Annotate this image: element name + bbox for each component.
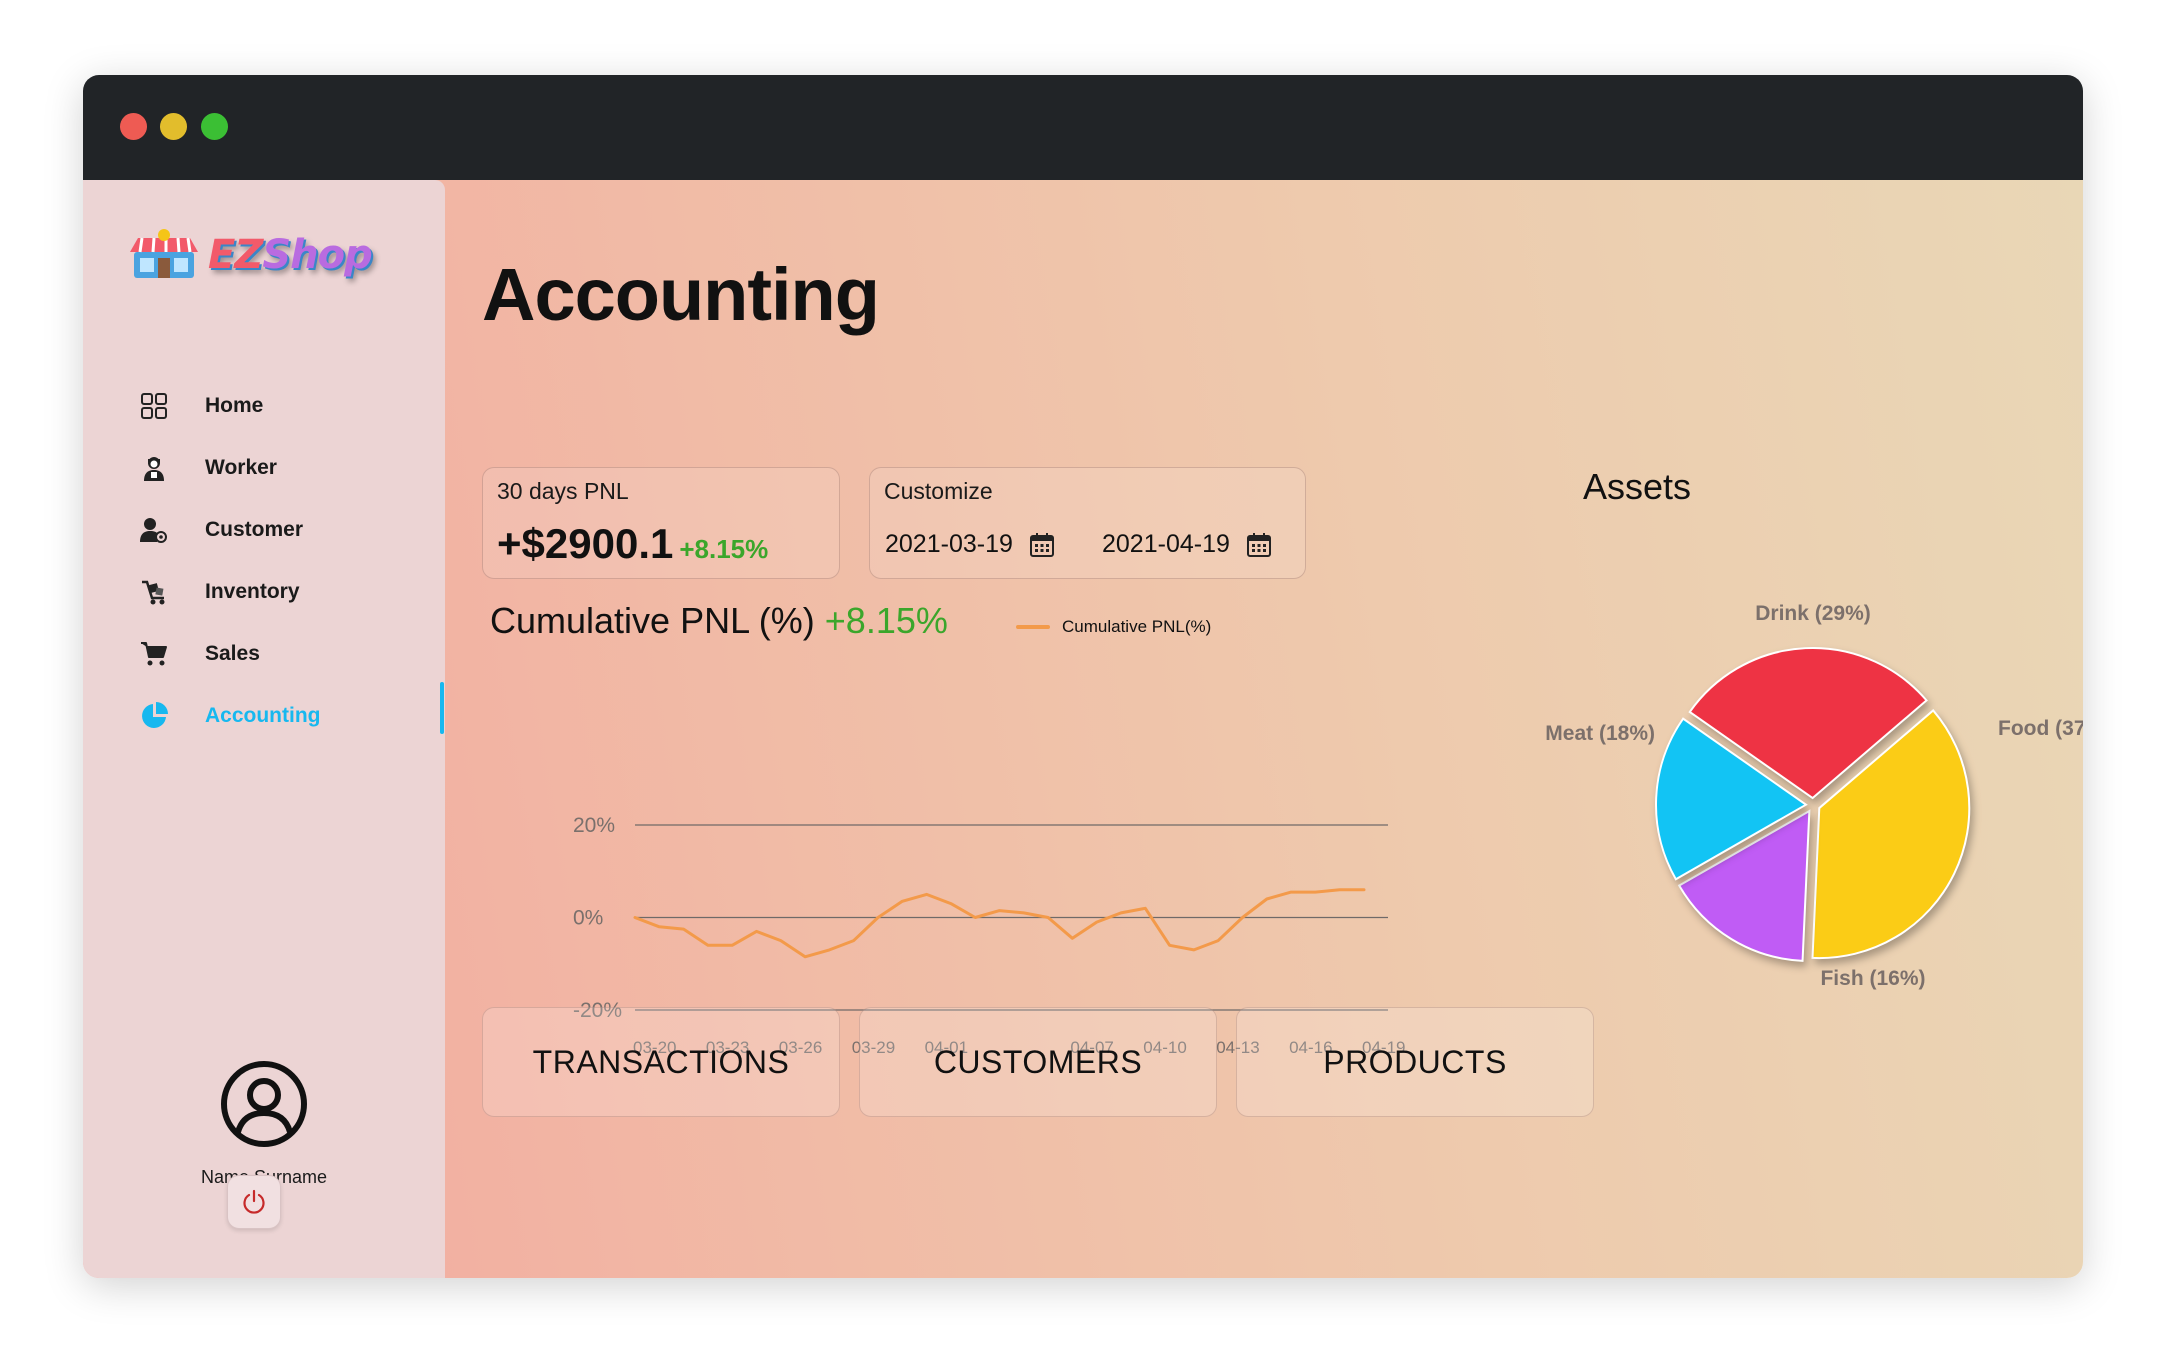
sidebar-item-label: Accounting xyxy=(205,704,321,727)
active-indicator xyxy=(440,682,444,734)
customize-card: Customize 2021-03-19 2021-04-19 xyxy=(869,467,1306,579)
pie-slice-label: Drink (29%) xyxy=(1755,602,1871,625)
transactions-button[interactable]: TRANSACTIONS xyxy=(482,1007,840,1117)
sidebar-item-sales[interactable]: Sales xyxy=(138,623,438,685)
customize-label: Customize xyxy=(884,478,993,504)
sidebar-item-customer[interactable]: Customer xyxy=(138,499,438,561)
user-profile: Name Surname xyxy=(83,1060,445,1188)
calendar-icon[interactable] xyxy=(1029,532,1055,558)
sidebar-item-inventory[interactable]: Inventory xyxy=(138,561,438,623)
title-bar xyxy=(83,75,2083,180)
sidebar-nav: Home Worker Customer Inventory Sales Acc… xyxy=(138,375,438,747)
minimize-window-button[interactable] xyxy=(160,113,187,140)
sidebar: EZShop Home Worker Customer Inventory Sa… xyxy=(83,180,445,1278)
legend-label: Cumulative PNL(%) xyxy=(1062,617,1212,636)
cumulative-pnl-title: Cumulative PNL (%) +8.15% xyxy=(490,600,948,641)
maximize-window-button[interactable] xyxy=(201,113,228,140)
legend-swatch xyxy=(1016,625,1050,629)
page-title: Accounting xyxy=(482,253,880,336)
close-window-button[interactable] xyxy=(120,113,147,140)
cart-icon xyxy=(138,638,170,670)
sidebar-item-accounting[interactable]: Accounting xyxy=(138,685,438,747)
sidebar-item-label: Home xyxy=(205,394,264,417)
cumulative-pnl-percent: +8.15% xyxy=(824,600,948,641)
sidebar-item-worker[interactable]: Worker xyxy=(138,437,438,499)
power-icon xyxy=(243,1189,265,1214)
pnl-value: +$2900.1 +8.15% xyxy=(497,520,769,567)
products-button[interactable]: PRODUCTS xyxy=(1236,1007,1594,1117)
customer-icon xyxy=(138,514,170,546)
pnl-card: 30 days PNL +$2900.1 +8.15% xyxy=(482,467,840,579)
assets-title: Assets xyxy=(1583,466,1692,507)
worker-icon xyxy=(138,452,170,484)
y-tick-label: 20% xyxy=(573,814,615,837)
calendar-icon[interactable] xyxy=(1246,532,1272,558)
sidebar-item-home[interactable]: Home xyxy=(138,375,438,437)
series-line xyxy=(633,888,1366,959)
pie-slice-label: Fish (16%) xyxy=(1820,967,1925,990)
pie-slice-label: Meat (18%) xyxy=(1545,722,1655,745)
assets-pie-chart: Drink (29%) Food (37%) Fish (16%) Meat (18%… xyxy=(1545,602,2083,990)
pie-icon xyxy=(138,700,170,732)
logo-text: EZShop xyxy=(208,232,373,278)
pnl-percent: +8.15% xyxy=(679,534,769,564)
sidebar-item-label: Customer xyxy=(205,518,304,541)
app-logo[interactable]: EZShop xyxy=(128,228,373,282)
customers-button[interactable]: CUSTOMERS xyxy=(859,1007,1217,1117)
app-window: EZShop Home Worker Customer Inventory Sa… xyxy=(83,75,2083,1278)
user-circle-icon[interactable] xyxy=(220,1060,308,1148)
sidebar-item-label: Worker xyxy=(205,456,277,479)
shop-icon xyxy=(130,229,198,278)
app-content: EZShop Home Worker Customer Inventory Sa… xyxy=(83,180,2083,1278)
inventory-icon xyxy=(138,576,170,608)
chart-legend: Cumulative PNL(%) xyxy=(1016,617,1211,637)
end-date-input[interactable]: 2021-04-19 xyxy=(1102,530,1230,559)
sidebar-item-label: Sales xyxy=(205,642,260,665)
start-date-input[interactable]: 2021-03-19 xyxy=(885,530,1013,559)
pie-slice-label: Food (37%) xyxy=(1998,717,2083,740)
logout-button[interactable] xyxy=(227,1175,281,1229)
pnl-card-label: 30 days PNL xyxy=(497,478,629,504)
sidebar-item-label: Inventory xyxy=(205,580,300,603)
y-tick-label: 0% xyxy=(573,907,603,930)
grid-icon xyxy=(138,390,170,422)
